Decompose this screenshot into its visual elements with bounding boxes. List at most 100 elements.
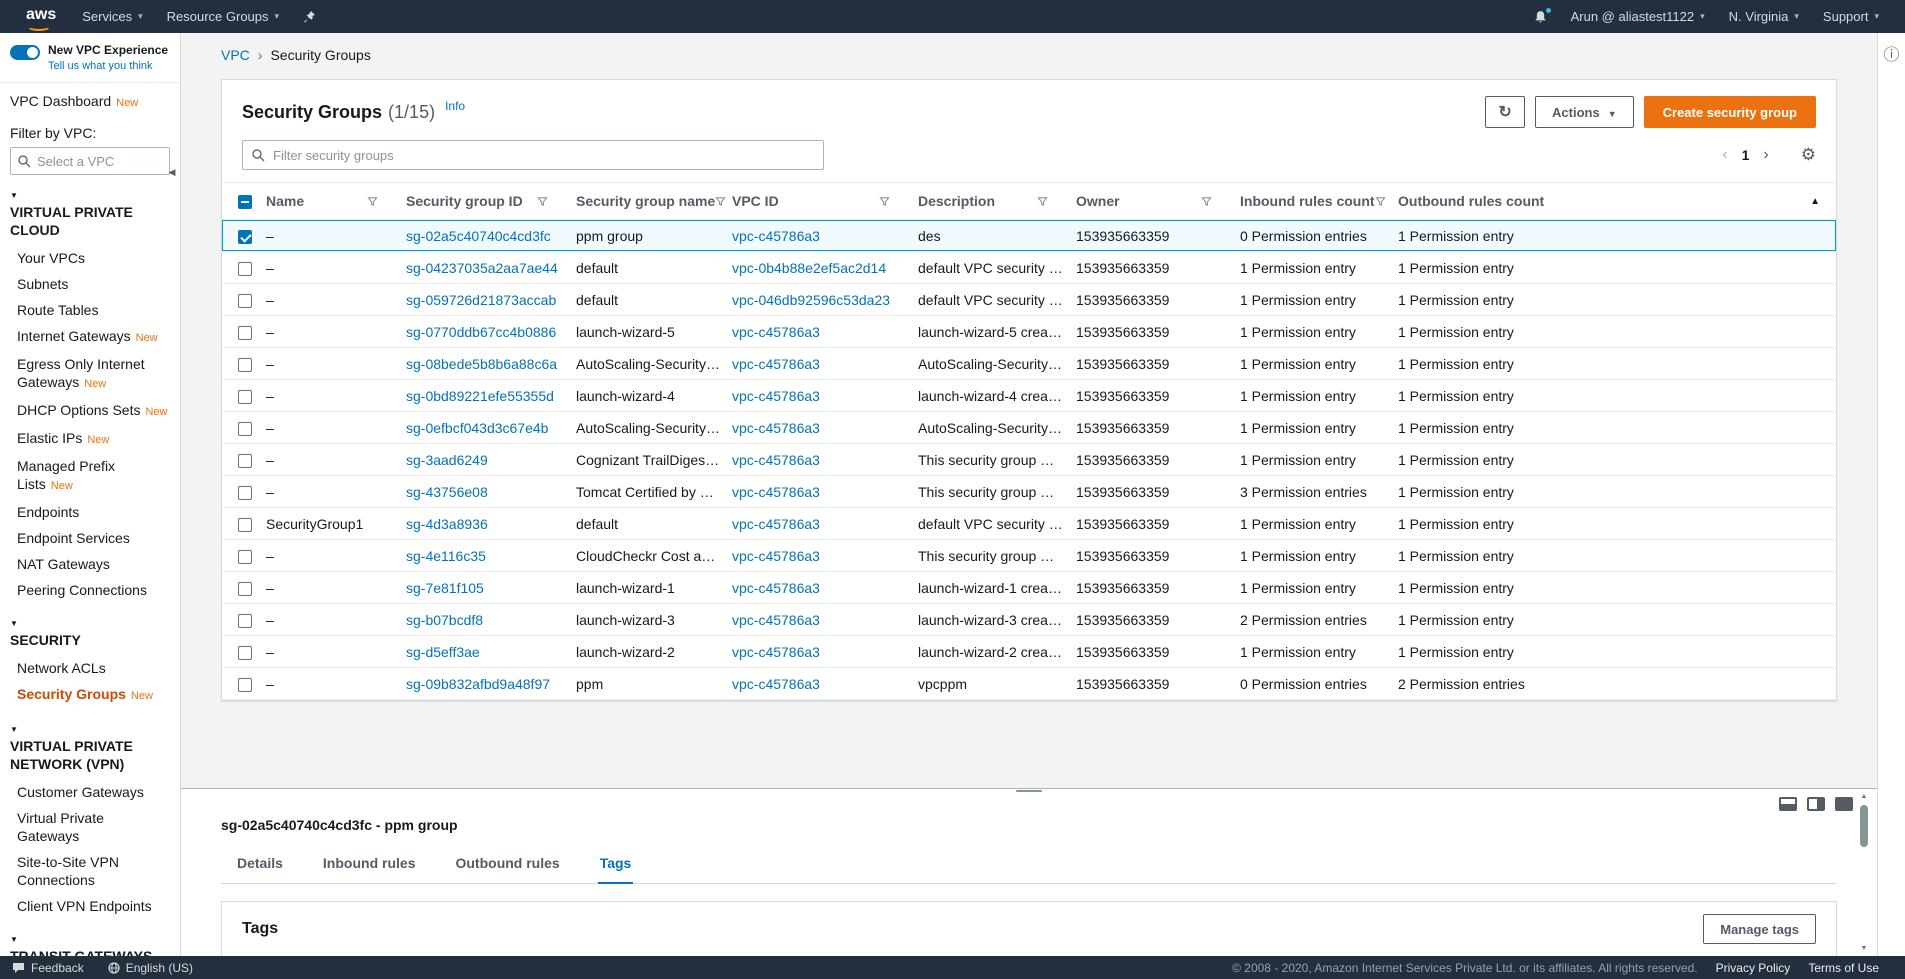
row-checkbox[interactable] [238, 390, 252, 404]
select-all-checkbox[interactable] [238, 195, 252, 209]
panel-resize-handle[interactable] [1016, 788, 1042, 793]
vpc-id-link[interactable]: vpc-c45786a3 [732, 356, 820, 372]
split-horizontal-layout-icon[interactable] [1779, 797, 1797, 811]
scroll-up-arrow[interactable]: ▲ [1859, 793, 1869, 800]
vpc-id-link[interactable]: vpc-c45786a3 [732, 324, 820, 340]
vpc-id-link[interactable]: vpc-c45786a3 [732, 516, 820, 532]
split-vertical-layout-icon[interactable] [1807, 797, 1825, 811]
filter-security-groups-input[interactable] [242, 140, 824, 170]
refresh-button[interactable]: ↻ [1485, 96, 1525, 128]
feedback-button[interactable]: Feedback [0, 961, 96, 975]
security-group-id-link[interactable]: sg-7e81f105 [406, 580, 484, 596]
security-group-id-link[interactable]: sg-4d3a8936 [406, 516, 488, 532]
account-menu[interactable]: Arun @ aliastest1122 ▾ [1559, 0, 1717, 33]
column-header-owner[interactable]: Owner [1076, 193, 1240, 209]
table-row[interactable]: –sg-43756e08Tomcat Certified by Bit...vp… [222, 476, 1836, 508]
table-row[interactable]: –sg-0770ddb67cc4b0886launch-wizard-5vpc-… [222, 316, 1836, 348]
security-group-id-link[interactable]: sg-4e116c35 [406, 548, 486, 564]
info-circle-icon[interactable]: ⓘ [1878, 41, 1905, 65]
vpc-id-link[interactable]: vpc-c45786a3 [732, 548, 820, 564]
vpc-id-link[interactable]: vpc-c45786a3 [732, 388, 820, 404]
new-vpc-experience-toggle[interactable] [10, 45, 40, 60]
terms-of-use-link[interactable]: Terms of Use [1808, 961, 1879, 975]
table-row[interactable]: –sg-0bd89221efe55355dlaunch-wizard-4vpc-… [222, 380, 1836, 412]
support-menu[interactable]: Support ▾ [1811, 0, 1891, 33]
services-menu[interactable]: Services ▾ [70, 0, 154, 33]
column-filter-icon[interactable] [367, 196, 378, 207]
sidebar-item-security-groups[interactable]: Security GroupsNew [0, 681, 180, 709]
actions-button[interactable]: Actions▼ [1535, 96, 1634, 128]
sidebar-item-endpoint-services[interactable]: Endpoint Services [0, 525, 180, 551]
security-group-id-link[interactable]: sg-09b832afbd9a48f97 [406, 676, 550, 692]
section-collapse-icon[interactable]: ▼ [10, 191, 180, 200]
row-checkbox[interactable] [238, 230, 252, 244]
security-group-id-link[interactable]: sg-0efbcf043d3c67e4b [406, 420, 548, 436]
tab-details[interactable]: Details [235, 849, 285, 884]
table-row[interactable]: –sg-7e81f105launch-wizard-1vpc-c45786a3l… [222, 572, 1836, 604]
table-row[interactable]: –sg-3aad6249Cognizant TrailDigest (...vp… [222, 444, 1836, 476]
column-filter-icon[interactable] [1375, 196, 1386, 207]
sidebar-item-nat-gateways[interactable]: NAT Gateways [0, 551, 180, 577]
vpc-id-link[interactable]: vpc-c45786a3 [732, 644, 820, 660]
notifications-bell[interactable] [1522, 0, 1559, 33]
security-group-id-link[interactable]: sg-d5eff3ae [406, 644, 480, 660]
vpc-id-link[interactable]: vpc-c45786a3 [732, 580, 820, 596]
row-checkbox[interactable] [238, 326, 252, 340]
vpc-id-link[interactable]: vpc-c45786a3 [732, 452, 820, 468]
security-group-id-link[interactable]: sg-b07bcdf8 [406, 612, 483, 628]
breadcrumb-vpc-link[interactable]: VPC [221, 47, 250, 63]
vpc-id-link[interactable]: vpc-046db92596c53da23 [732, 292, 890, 308]
sidebar-item-managed-prefix-lists[interactable]: Managed Prefix ListsNew [0, 453, 180, 499]
table-row[interactable]: –sg-04237035a2aa7ae44defaultvpc-0b4b88e2… [222, 252, 1836, 284]
security-group-id-link[interactable]: sg-0bd89221efe55355d [406, 388, 554, 404]
row-checkbox[interactable] [238, 294, 252, 308]
column-header-description[interactable]: Description [918, 193, 1076, 209]
vpc-id-link[interactable]: vpc-c45786a3 [732, 484, 820, 500]
vpc-id-link[interactable]: vpc-c45786a3 [732, 612, 820, 628]
sidebar-item-customer-gateways[interactable]: Customer Gateways [0, 779, 180, 805]
tab-tags[interactable]: Tags [598, 849, 634, 884]
column-header-outbound-rules-count[interactable]: Outbound rules count [1398, 193, 1836, 209]
column-filter-icon[interactable] [1201, 196, 1212, 207]
create-security-group-button[interactable]: Create security group [1644, 96, 1816, 128]
next-page-button[interactable]: › [1763, 147, 1768, 163]
column-header-vpc-id[interactable]: VPC ID [732, 193, 918, 209]
row-checkbox[interactable] [238, 582, 252, 596]
panel-scrollbar[interactable]: ▲ ▼ [1859, 793, 1869, 952]
full-panel-layout-icon[interactable] [1835, 797, 1853, 811]
resource-groups-menu[interactable]: Resource Groups ▾ [155, 0, 291, 33]
table-settings-gear-icon[interactable]: ⚙ [1801, 145, 1816, 165]
table-row[interactable]: –sg-08bede5b8b6a88c6aAutoScaling-Securit… [222, 348, 1836, 380]
security-group-id-link[interactable]: sg-0770ddb67cc4b0886 [406, 324, 556, 340]
table-row[interactable]: –sg-09b832afbd9a48f97ppmvpc-c45786a3vpcp… [222, 668, 1836, 700]
tab-inbound-rules[interactable]: Inbound rules [321, 849, 418, 884]
row-checkbox[interactable] [238, 262, 252, 276]
sort-ascending-icon[interactable]: ▲ [1810, 196, 1820, 207]
table-row[interactable]: –sg-059726d21873accabdefaultvpc-046db925… [222, 284, 1836, 316]
sidebar-item-virtual-private-gateways[interactable]: Virtual Private Gateways [0, 805, 180, 849]
manage-tags-button[interactable]: Manage tags [1703, 914, 1816, 944]
row-checkbox[interactable] [238, 422, 252, 436]
sidebar-item-route-tables[interactable]: Route Tables [0, 297, 180, 323]
table-row[interactable]: SecurityGroup1sg-4d3a8936defaultvpc-c457… [222, 508, 1836, 540]
row-checkbox[interactable] [238, 614, 252, 628]
sidebar-item-internet-gateways[interactable]: Internet GatewaysNew [0, 323, 180, 351]
vpc-id-link[interactable]: vpc-0b4b88e2ef5ac2d14 [732, 260, 886, 276]
aws-logo[interactable]: aws [0, 6, 70, 28]
section-collapse-icon[interactable]: ▼ [10, 619, 180, 628]
security-group-id-link[interactable]: sg-02a5c40740c4cd3fc [406, 228, 551, 244]
column-header-security-group-name[interactable]: Security group name [576, 193, 732, 209]
sidebar-item-endpoints[interactable]: Endpoints [0, 499, 180, 525]
row-checkbox[interactable] [238, 454, 252, 468]
table-row[interactable]: –sg-b07bcdf8launch-wizard-3vpc-c45786a3l… [222, 604, 1836, 636]
column-filter-icon[interactable] [715, 196, 726, 207]
pin-shortcut-icon[interactable] [291, 0, 328, 33]
tell-us-link[interactable]: Tell us what you think [48, 60, 168, 72]
sidebar-item-peering-connections[interactable]: Peering Connections [0, 577, 180, 603]
tab-outbound-rules[interactable]: Outbound rules [453, 849, 561, 884]
sidebar-item-your-vpcs[interactable]: Your VPCs [0, 245, 180, 271]
table-row[interactable]: –sg-0efbcf043d3c67e4bAutoScaling-Securit… [222, 412, 1836, 444]
sidebar-item-dhcp-options-sets[interactable]: DHCP Options SetsNew [0, 397, 180, 425]
security-group-id-link[interactable]: sg-43756e08 [406, 484, 488, 500]
table-row[interactable]: –sg-02a5c40740c4cd3fcppm groupvpc-c45786… [222, 220, 1836, 252]
